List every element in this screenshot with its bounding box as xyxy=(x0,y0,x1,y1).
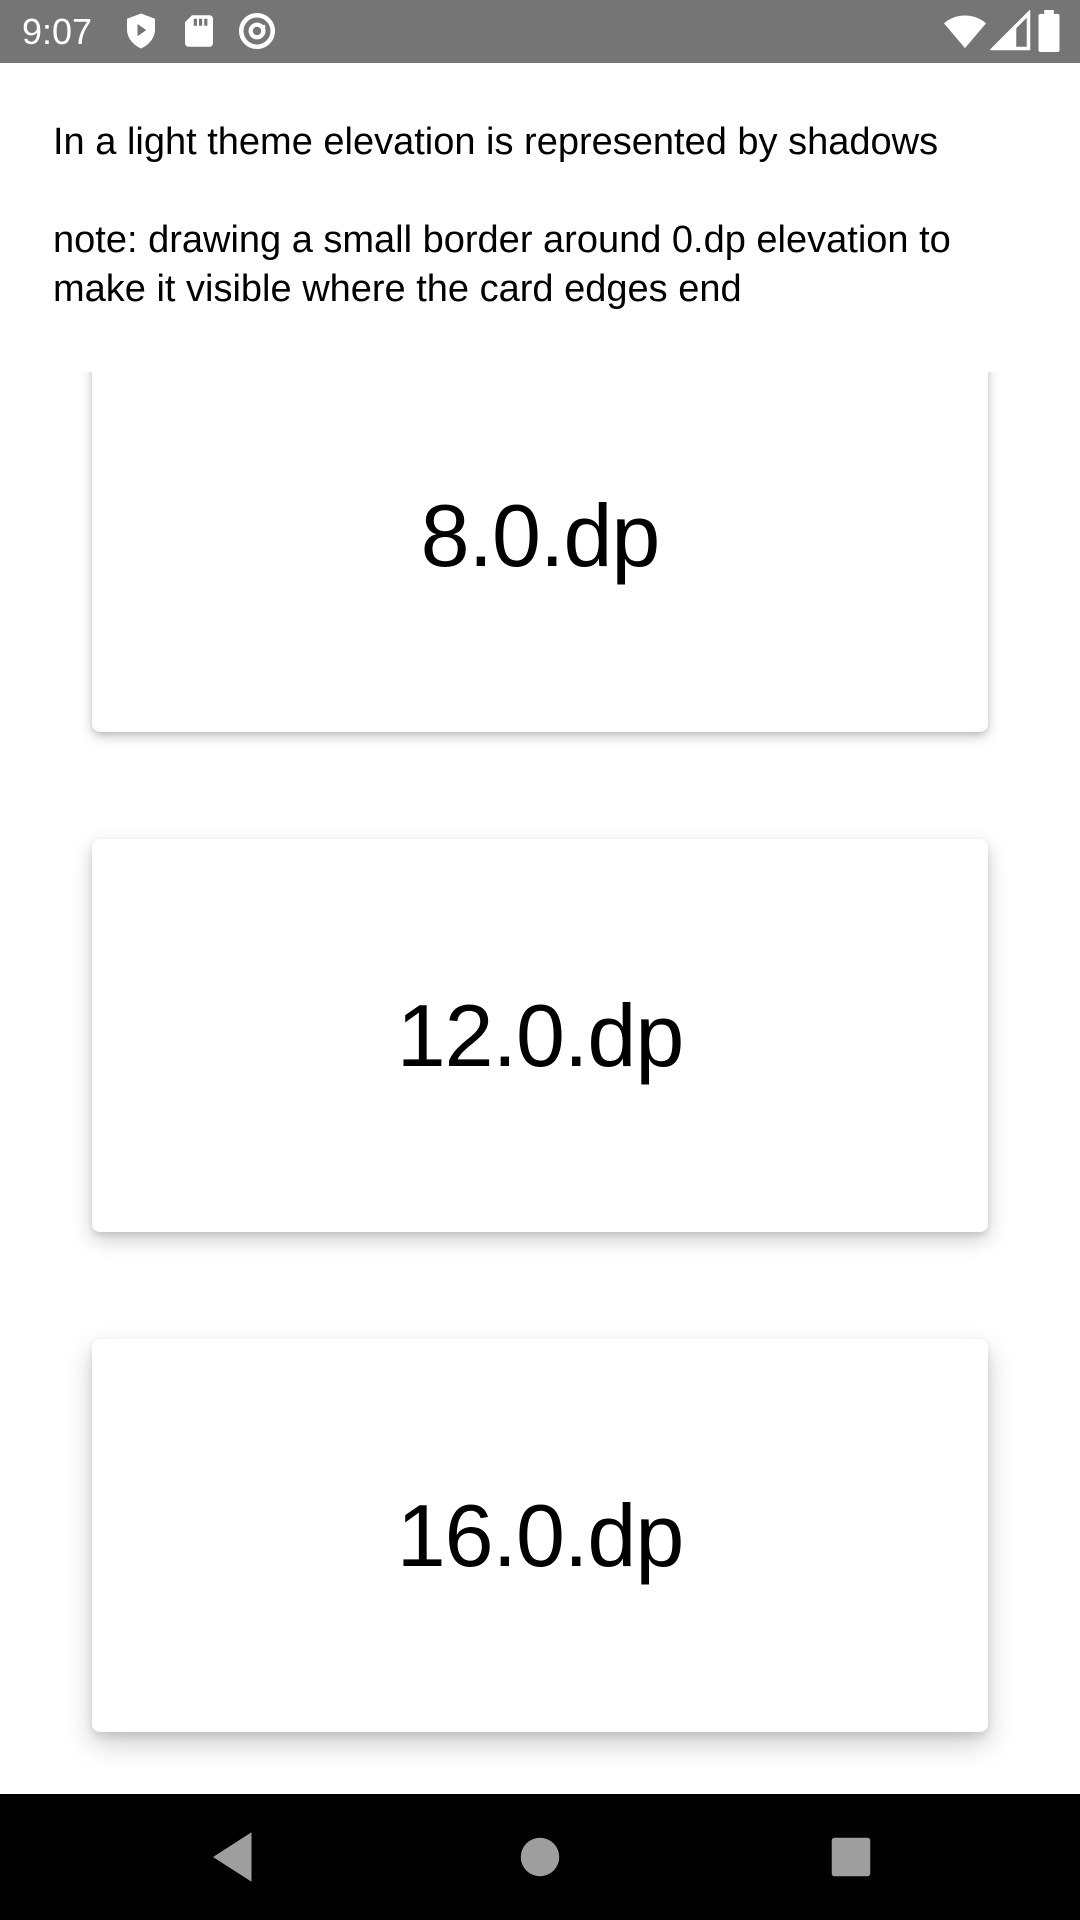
sd-card-icon xyxy=(178,10,220,52)
screen-content: In a light theme elevation is represente… xyxy=(0,63,1080,1794)
wifi-icon xyxy=(942,10,988,52)
elevation-card: 12.0.dp xyxy=(92,839,988,1232)
intro-text: In a light theme elevation is represente… xyxy=(53,121,939,163)
battery-icon xyxy=(1036,10,1062,52)
elevation-card-list[interactable]: 8.0.dp 12.0.dp 16.0.dp xyxy=(0,372,1080,1794)
card-label: 8.0.dp xyxy=(420,485,661,585)
status-time: 9:07 xyxy=(22,11,93,52)
cell-signal-icon xyxy=(989,9,1032,52)
card-label: 12.0.dp xyxy=(396,985,685,1085)
elevation-card: 16.0.dp xyxy=(92,1339,988,1732)
status-bar: 9:07 xyxy=(0,0,1080,63)
recents-icon[interactable] xyxy=(818,1824,884,1890)
at-sign-icon xyxy=(236,10,278,52)
card-label: 16.0.dp xyxy=(396,1485,685,1585)
back-icon[interactable] xyxy=(202,1824,268,1890)
elevation-card: 8.0.dp xyxy=(92,372,988,732)
note-text: note: drawing a small border around 0.dp… xyxy=(53,219,951,310)
navigation-bar xyxy=(0,1794,1080,1920)
shield-play-icon xyxy=(120,10,162,52)
home-icon[interactable] xyxy=(507,1824,573,1890)
